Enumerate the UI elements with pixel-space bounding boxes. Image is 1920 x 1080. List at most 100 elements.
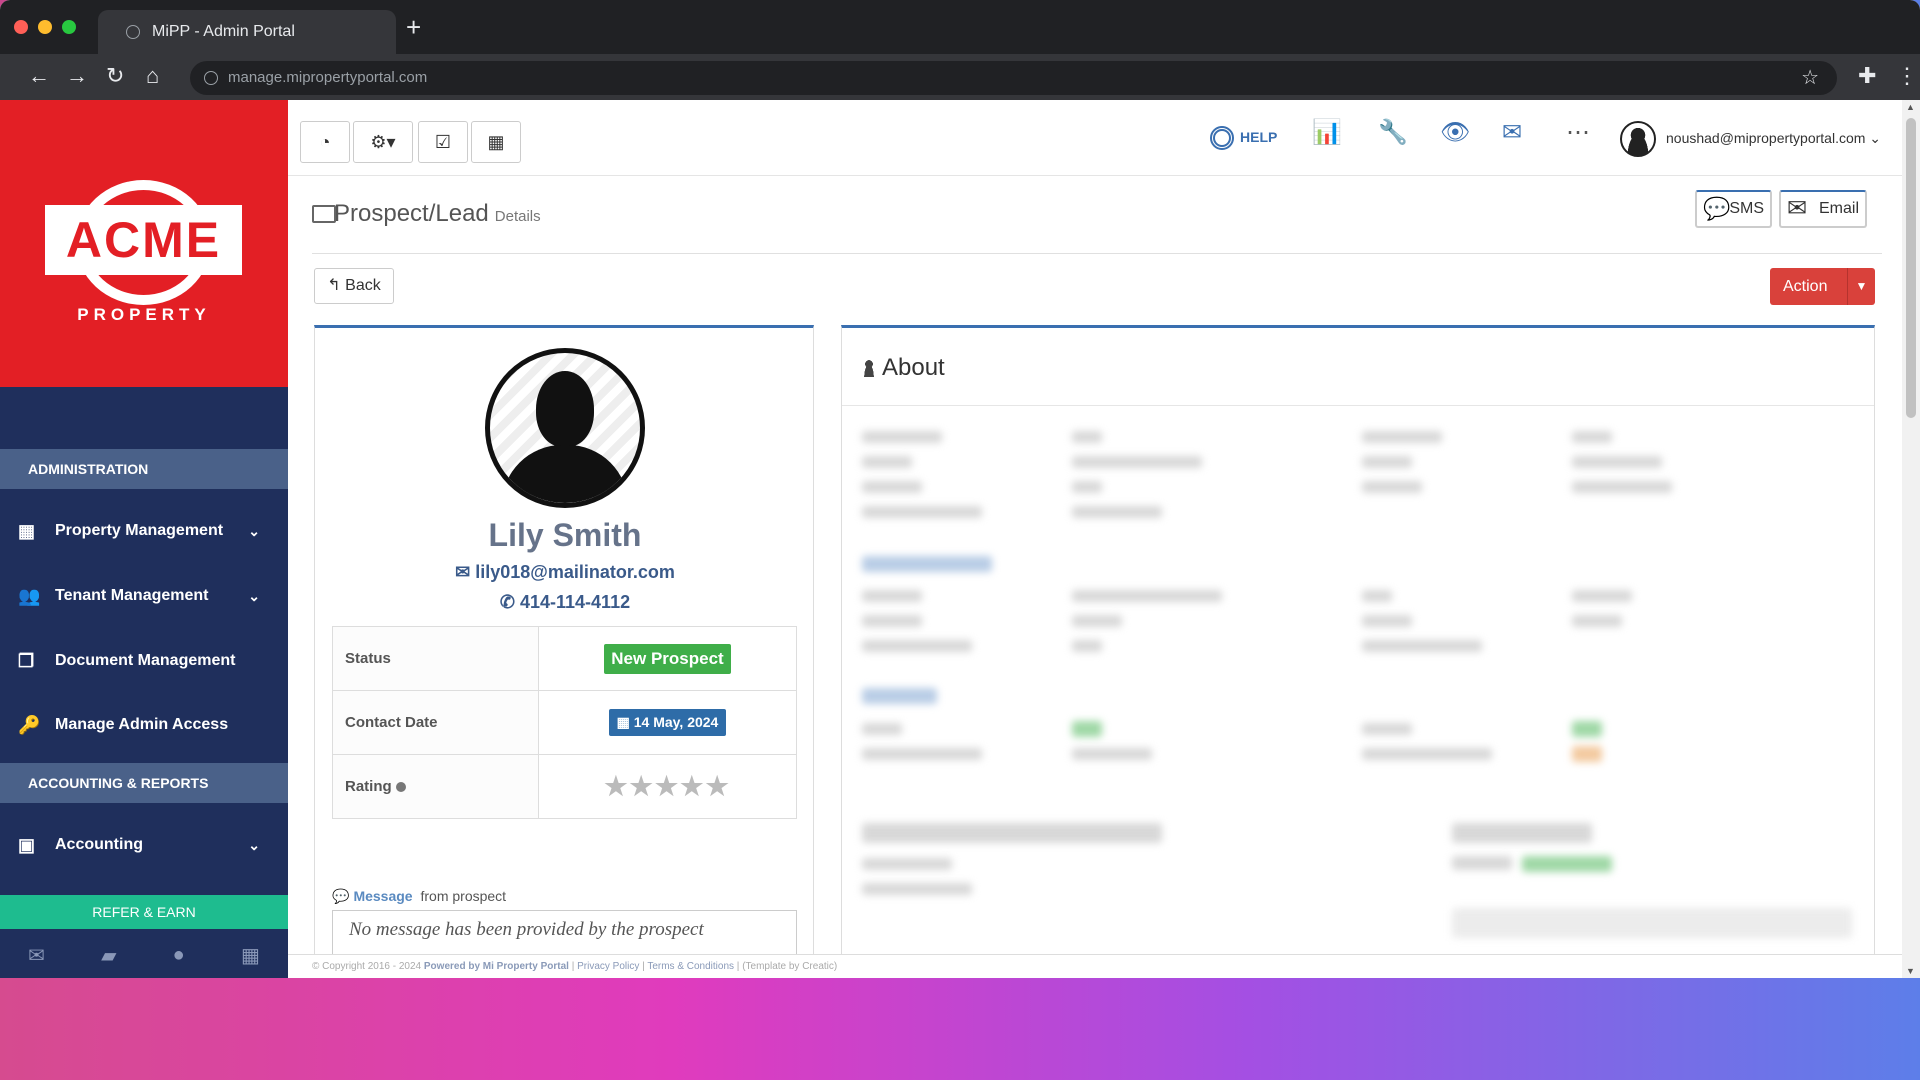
blurred-content	[862, 456, 912, 468]
calendar-icon: ▦	[616, 714, 634, 730]
prospect-info-table: Status New Prospect Contact Date ▦ 14 Ma…	[332, 626, 797, 819]
logo-text: ACME	[45, 205, 242, 275]
blurred-content	[1362, 481, 1422, 493]
more-icon[interactable]: ⋯	[1566, 118, 1590, 148]
message-label-suffix: from prospect	[420, 888, 507, 904]
speech-bubble-icon: 💬	[1703, 196, 1731, 221]
dashboard-button[interactable]: ◔	[300, 121, 350, 163]
envelope-icon[interactable]: ✉	[1502, 118, 1522, 148]
blurred-content	[1572, 431, 1612, 443]
blurred-content	[862, 431, 942, 443]
blurred-content	[1072, 456, 1202, 468]
back-arrow-icon[interactable]: ←	[28, 62, 50, 90]
blurred-content	[1072, 431, 1102, 443]
caret-down-icon[interactable]: ▼	[1847, 268, 1875, 305]
action-label: Action	[1783, 278, 1828, 295]
reload-icon[interactable]: ↻	[106, 62, 124, 90]
terms-link[interactable]: Terms & Conditions	[647, 961, 734, 972]
status-cell: New Prospect	[538, 626, 797, 691]
status-badge: New Prospect	[604, 643, 731, 674]
blurred-content	[1452, 856, 1512, 870]
calculator-icon[interactable]: ▦	[241, 943, 260, 968]
browser-window: MiPP - Admin Portal + ← → ↻ ⌂ manage.mip…	[0, 0, 1920, 978]
desktop-background	[0, 978, 1920, 1080]
eye-icon[interactable]: 👁	[1440, 118, 1470, 148]
sms-label: SMS	[1729, 200, 1764, 217]
blurred-content	[862, 481, 922, 493]
bookmark-star-icon[interactable]: ☆	[1801, 61, 1819, 95]
scroll-up-arrow-icon[interactable]: ▲	[1906, 102, 1915, 112]
wrench-icon[interactable]: 🔧	[1378, 118, 1408, 148]
site-info-icon[interactable]	[204, 71, 218, 85]
calendar-button[interactable]: ☑	[418, 121, 468, 163]
forward-arrow-icon[interactable]: →	[66, 62, 88, 90]
page-title: Prospect/Lead Details	[334, 196, 541, 235]
sidebar-item-document-management[interactable]: ❐ Document Management	[0, 636, 288, 686]
blurred-content	[1572, 481, 1672, 493]
user-menu[interactable]: noushad@mipropertyportal.com ⌄	[1620, 120, 1881, 158]
blurred-content	[1362, 431, 1442, 443]
blurred-content	[1362, 590, 1392, 602]
prospect-phone[interactable]: ✆ 414-114-4112	[315, 588, 813, 616]
info-icon[interactable]	[395, 782, 406, 793]
prospect-email[interactable]: ✉ lily018@mailinator.com	[315, 558, 813, 586]
action-button[interactable]: Action ▼	[1770, 268, 1875, 305]
maximize-window-dot[interactable]	[62, 20, 76, 34]
section-accounting-reports: ACCOUNTING & REPORTS	[0, 763, 288, 803]
sidebar-item-label: Tenant Management	[55, 587, 209, 604]
blurred-content	[1072, 748, 1152, 760]
blurred-content	[1072, 615, 1122, 627]
home-icon[interactable]: ⌂	[146, 62, 159, 90]
blurred-content	[1072, 481, 1102, 493]
help-button[interactable]: HELP	[1210, 122, 1277, 152]
new-tab-button[interactable]: +	[406, 14, 421, 40]
logo[interactable]: ACME PROPERTY	[0, 100, 288, 387]
privacy-policy-link[interactable]: Privacy Policy	[577, 961, 639, 972]
contact-date-cell: ▦ 14 May, 2024	[538, 690, 797, 755]
profile-avatar	[485, 348, 645, 508]
browser-menu-icon[interactable]: ⋮	[1896, 62, 1918, 90]
globe-icon	[126, 25, 140, 39]
bar-chart-icon[interactable]: 📊	[1312, 118, 1342, 148]
message-label: 💬 Message from prospect	[332, 888, 506, 905]
settings-dropdown-button[interactable]: ⚙▾	[353, 121, 413, 163]
table-row: Contact Date ▦ 14 May, 2024	[332, 690, 797, 755]
user-email: noushad@mipropertyportal.com	[1666, 130, 1866, 146]
page-scrollbar[interactable]: ▲ ▼	[1902, 100, 1920, 978]
blurred-content	[862, 506, 982, 518]
sms-button[interactable]: 💬 SMS	[1695, 190, 1772, 228]
envelope-icon[interactable]: ✉	[28, 943, 45, 968]
dashboard-icon: ◔	[319, 132, 331, 152]
scrollbar-thumb[interactable]	[1906, 118, 1916, 418]
rating-label: Rating	[345, 778, 392, 795]
extensions-icon[interactable]: ✚	[1858, 62, 1876, 90]
sidebar-item-property-management[interactable]: ▦ Property Management ⌄	[0, 506, 288, 556]
blurred-content	[862, 858, 952, 870]
minimize-window-dot[interactable]	[38, 20, 52, 34]
sidebar-item-accounting[interactable]: ▣ Accounting ⌄	[0, 820, 288, 870]
help-label: HELP	[1240, 129, 1278, 145]
footer: © Copyright 2016 - 2024 Powered by Mi Pr…	[288, 954, 1903, 978]
prospect-email-text: lily018@mailinator.com	[475, 562, 675, 582]
page-header: Prospect/Lead Details	[312, 196, 1882, 254]
sidebar-item-manage-admin-access[interactable]: 🔑 Manage Admin Access	[0, 700, 288, 750]
user-icon[interactable]: ●	[173, 944, 185, 967]
scroll-down-arrow-icon[interactable]: ▼	[1906, 966, 1915, 976]
calculator-button[interactable]: ▦	[471, 121, 521, 163]
back-button[interactable]: ↰ Back	[314, 268, 394, 304]
close-window-dot[interactable]	[14, 20, 28, 34]
blurred-content	[1572, 456, 1662, 468]
blurred-content	[862, 883, 972, 895]
address-bar[interactable]: manage.mipropertyportal.com ☆	[190, 61, 1837, 95]
briefcase-icon[interactable]: ▰	[101, 943, 116, 968]
blurred-content	[862, 723, 902, 735]
sidebar-item-tenant-management[interactable]: 👥 Tenant Management ⌄	[0, 571, 288, 621]
rating-stars[interactable]: ★★★★★	[604, 771, 731, 801]
about-card: About	[841, 325, 1875, 955]
blurred-content	[1072, 590, 1222, 602]
browser-tab[interactable]: MiPP - Admin Portal	[98, 10, 396, 54]
sidebar-item-label: Document Management	[55, 652, 236, 669]
refer-and-earn-button[interactable]: REFER & EARN	[0, 895, 288, 929]
email-label: Email	[1818, 200, 1859, 217]
email-button[interactable]: ✉ Email	[1779, 190, 1867, 228]
